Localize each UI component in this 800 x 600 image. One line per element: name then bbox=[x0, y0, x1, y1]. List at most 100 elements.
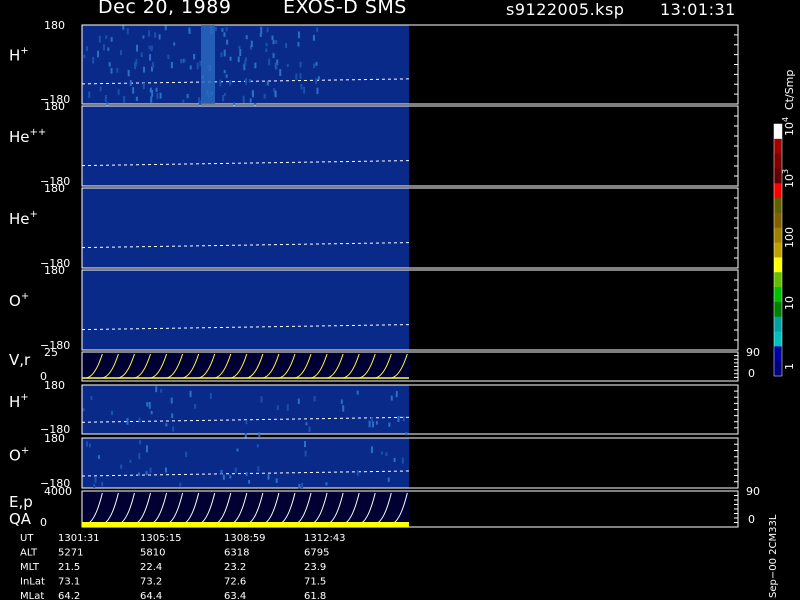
footer-value: 63.4 bbox=[224, 591, 246, 600]
count-speckle bbox=[136, 44, 139, 52]
colorbar-tick: 10 bbox=[783, 296, 796, 310]
count-speckle bbox=[222, 94, 225, 102]
count-speckle bbox=[272, 53, 275, 59]
ytick-bottom: 0 bbox=[40, 516, 47, 529]
count-speckle bbox=[298, 483, 301, 489]
count-speckle bbox=[171, 413, 174, 419]
count-speckle bbox=[188, 27, 191, 33]
right-tick-bottom: 0 bbox=[748, 513, 755, 526]
count-speckle bbox=[160, 389, 163, 393]
count-speckle bbox=[139, 440, 142, 445]
count-speckle bbox=[271, 35, 274, 41]
count-speckle bbox=[272, 40, 275, 45]
footer-value: 5810 bbox=[140, 548, 165, 559]
count-speckle bbox=[185, 451, 188, 458]
count-speckle bbox=[279, 69, 282, 76]
count-speckle bbox=[340, 399, 343, 404]
spectrogram-plot: 180−180H+180−180He++180−180He+180−180O+2… bbox=[9, 19, 796, 600]
footer-label: ALT bbox=[20, 548, 38, 559]
count-speckle bbox=[150, 45, 153, 50]
count-speckle bbox=[245, 472, 248, 476]
count-speckle bbox=[266, 81, 269, 86]
count-speckle bbox=[189, 65, 192, 70]
count-speckle bbox=[387, 477, 390, 482]
colorbar-segment bbox=[774, 242, 782, 258]
count-speckle bbox=[256, 444, 259, 448]
count-speckle bbox=[94, 476, 97, 483]
panel-4: 250V,r 900 bbox=[9, 346, 760, 383]
count-speckle bbox=[194, 404, 197, 409]
count-speckle bbox=[304, 441, 307, 448]
count-speckle bbox=[265, 48, 268, 52]
panel-0: 180−180H+ bbox=[9, 19, 739, 109]
panel-label-sup: + bbox=[21, 446, 29, 457]
count-speckle bbox=[92, 56, 95, 64]
count-speckle bbox=[312, 34, 315, 41]
count-speckle bbox=[180, 58, 183, 64]
panel-label-sup: + bbox=[20, 392, 28, 403]
colorbar-segment bbox=[774, 361, 782, 377]
colorbar-unit: Ct/Smp bbox=[783, 70, 796, 110]
count-speckle bbox=[229, 56, 232, 61]
footer-value: 1305:15 bbox=[140, 533, 182, 544]
count-speckle bbox=[98, 35, 101, 43]
count-speckle bbox=[226, 39, 229, 45]
count-speckle bbox=[254, 62, 257, 69]
panel-label-sup: + bbox=[20, 46, 28, 57]
colorbar-segment bbox=[774, 183, 782, 199]
count-speckle bbox=[214, 27, 217, 32]
count-speckle bbox=[219, 79, 222, 87]
panel-label: O+ bbox=[9, 446, 29, 465]
ytick-top: 4000 bbox=[44, 485, 72, 498]
count-speckle bbox=[260, 396, 263, 403]
count-speckle bbox=[221, 28, 224, 32]
count-speckle bbox=[317, 76, 320, 80]
footer-value: 6795 bbox=[304, 548, 329, 559]
count-speckle bbox=[236, 448, 239, 452]
ytick-top: 25 bbox=[44, 346, 58, 359]
colorbar-segment bbox=[774, 331, 782, 347]
panel-label: V,r bbox=[9, 351, 31, 369]
count-speckle bbox=[402, 416, 405, 422]
count-speckle bbox=[397, 416, 400, 423]
count-speckle bbox=[155, 87, 158, 92]
count-speckle bbox=[275, 39, 278, 44]
count-speckle bbox=[242, 98, 245, 104]
panel-label-sup: + bbox=[21, 291, 29, 302]
count-speckle bbox=[93, 483, 96, 488]
count-speckle bbox=[126, 418, 129, 425]
footer-value: 22.4 bbox=[140, 562, 162, 573]
colorbar-tick-exp: 3 bbox=[781, 169, 790, 174]
footer-label: InLat bbox=[20, 577, 45, 588]
footer-value: 23.9 bbox=[304, 562, 326, 573]
count-speckle bbox=[371, 421, 374, 428]
count-speckle bbox=[99, 86, 102, 92]
footer-value: 6318 bbox=[224, 548, 249, 559]
count-speckle bbox=[143, 66, 146, 73]
count-speckle bbox=[129, 80, 132, 86]
ytick-top: 180 bbox=[44, 379, 65, 392]
count-speckle bbox=[316, 87, 319, 94]
footer-value: 1301:31 bbox=[58, 533, 100, 544]
count-speckle bbox=[142, 82, 145, 90]
colorbar-tick: 103 bbox=[781, 169, 796, 188]
colorbar-tick: 104 bbox=[781, 117, 796, 136]
count-speckle bbox=[220, 469, 223, 475]
count-speckle bbox=[135, 96, 138, 101]
count-speckle bbox=[89, 443, 92, 448]
footer-value: 21.5 bbox=[58, 562, 80, 573]
colorbar-segment bbox=[774, 124, 782, 140]
panel-data-area bbox=[82, 188, 409, 268]
count-speckle bbox=[313, 63, 316, 69]
count-speckle bbox=[234, 467, 237, 473]
count-speckle bbox=[183, 58, 186, 62]
count-speckle bbox=[393, 457, 396, 462]
count-speckle bbox=[110, 67, 113, 74]
count-speckle bbox=[110, 410, 113, 416]
count-speckle bbox=[145, 471, 148, 476]
count-speckle bbox=[395, 391, 398, 398]
count-speckle bbox=[300, 83, 303, 90]
count-speckle bbox=[164, 467, 167, 473]
count-speckle bbox=[245, 78, 248, 85]
count-speckle bbox=[209, 393, 212, 399]
